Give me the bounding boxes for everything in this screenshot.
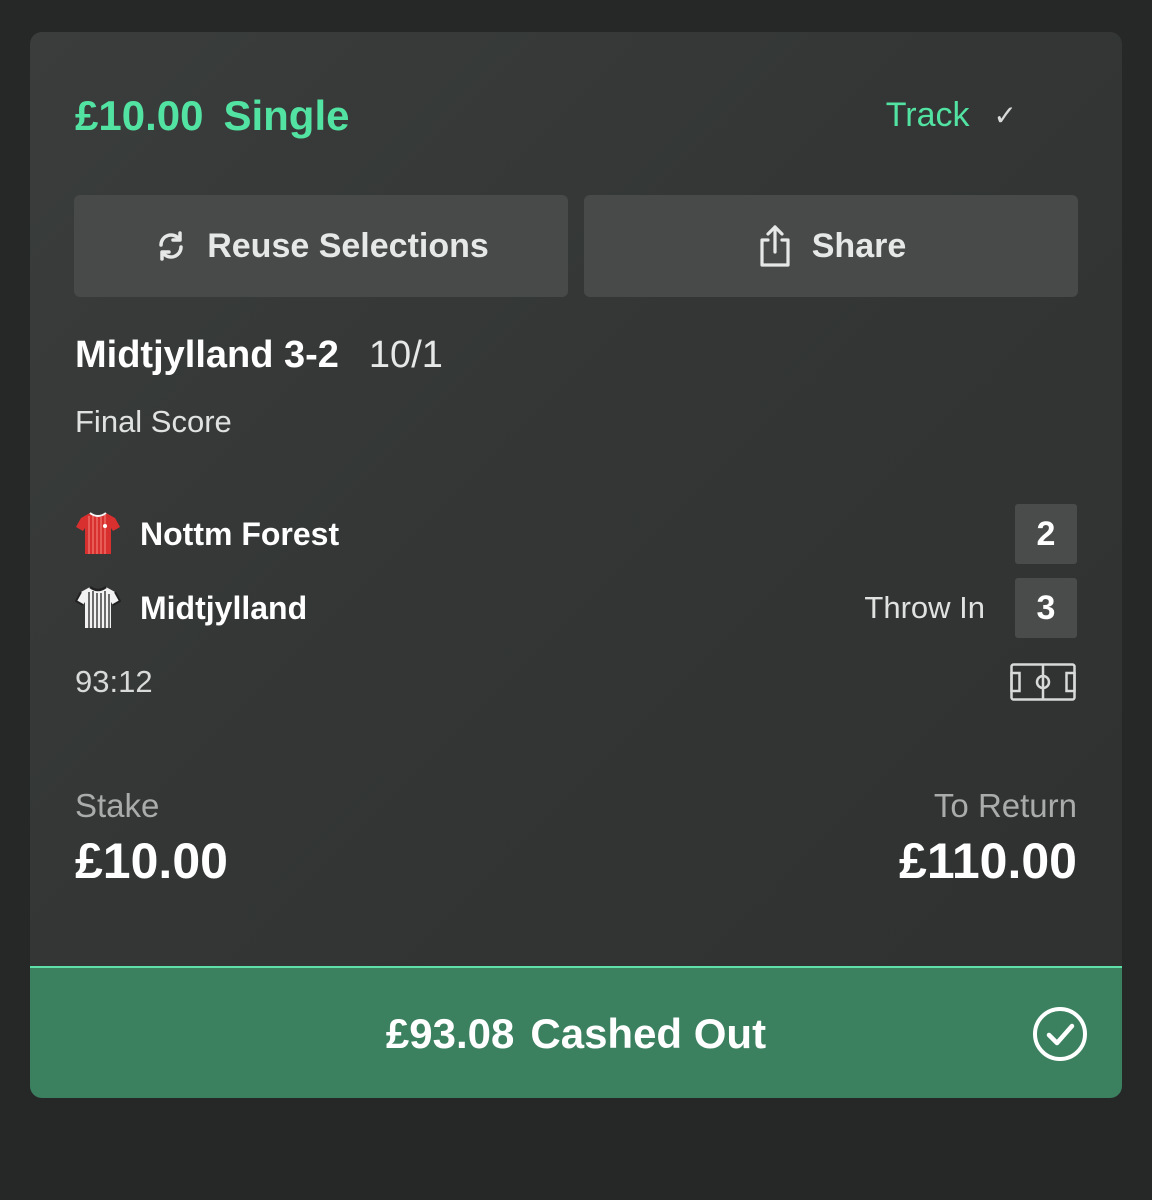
cashed-out-banner: £93.08 Cashed Out [30,966,1122,1098]
track-toggle[interactable]: Track ✓ [886,96,1017,135]
market-name: Final Score [75,404,232,439]
bet-title: £10.00 Single [75,92,350,140]
return-value: £110.00 [899,833,1077,889]
pitch-icon[interactable] [1010,663,1076,701]
away-team-row: Midtjylland Throw In 3 [75,578,1077,638]
share-button[interactable]: Share [584,195,1078,297]
cashout-label: Cashed Out [530,1010,767,1057]
reuse-selections-label: Reuse Selections [207,226,489,265]
home-score: 2 [1015,504,1077,564]
selection-name: Midtjylland 3-2 [75,334,339,376]
reuse-selections-button[interactable]: Reuse Selections [74,195,568,297]
track-label: Track [885,96,970,134]
stake-value: £10.00 [75,833,228,889]
match-clock: 93:12 [75,664,153,699]
home-team-row: Nottm Forest 2 [75,504,1077,564]
home-kit-icon [76,512,120,554]
check-circle-icon [1033,1007,1087,1061]
match-event: Throw In [864,590,985,625]
refresh-icon [159,231,183,261]
selection-title: Midtjylland 3-2 10/1 [75,334,443,377]
home-team-name: Nottm Forest [140,516,340,552]
away-team-name: Midtjylland [140,590,308,626]
bet-header: £10.00 Single Track ✓ [75,92,1077,142]
check-icon: ✓ [993,100,1017,131]
away-score: 3 [1015,578,1077,638]
bet-card: £10.00 Single Track ✓ Reuse Selections Sh… [30,32,1122,1098]
stake-label: Stake [75,787,160,824]
cashout-amount: £93.08 [385,1010,515,1057]
bet-stake-amount: £10.00 [75,92,204,139]
share-icon [760,225,790,267]
selection-odds: 10/1 [368,334,443,376]
away-kit-icon [75,585,121,628]
return-label: To Return [933,787,1077,824]
share-label: Share [811,226,907,265]
bet-type: Single [223,92,350,139]
